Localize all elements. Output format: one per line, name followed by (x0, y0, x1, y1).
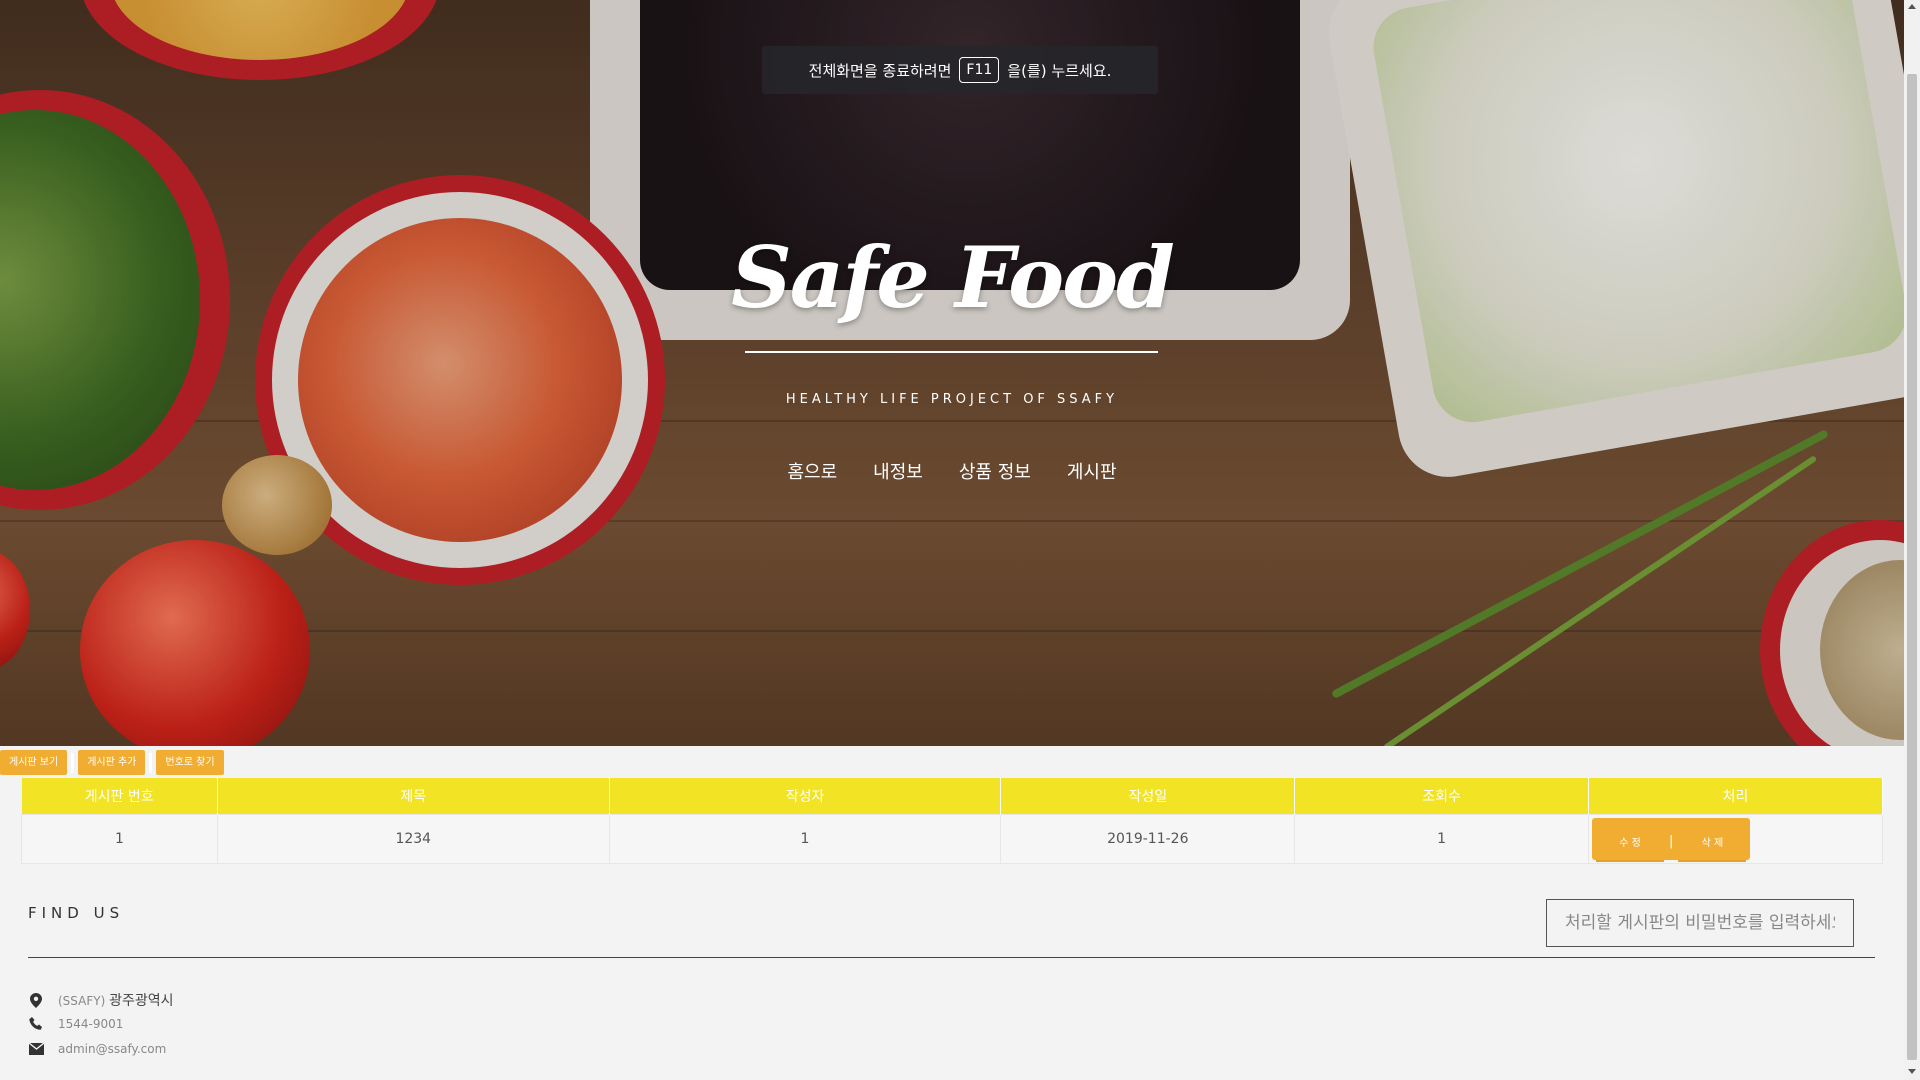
edit-button[interactable]: 수 정 (1596, 822, 1665, 860)
fullscreen-exit-notice: 전체화면을 종료하려면 F11 을(를) 누르세요. (762, 46, 1158, 94)
action-divider: | (1669, 833, 1674, 849)
footer-divider (28, 957, 1875, 958)
toolbar-divider (71, 752, 75, 773)
contact-email: admin@ssafy.com (28, 1041, 166, 1057)
address-prefix: (SSAFY) (58, 994, 106, 1008)
contact-address: (SSAFY) 광주광역시 (28, 990, 174, 1010)
contact-phone: 1544-9001 (28, 1016, 123, 1032)
nav-my-info[interactable]: 내정보 (873, 458, 923, 484)
fullscreen-notice-text: 전체화면을 종료하려면 (808, 61, 952, 80)
header-views: 조회수 (1294, 778, 1590, 815)
header-author: 작성자 (609, 778, 1002, 815)
header-board-number: 게시판 번호 (21, 778, 218, 815)
scrollbar-thumb[interactable] (1907, 74, 1917, 1060)
address-text: 광주광역시 (109, 993, 174, 1009)
map-marker-icon (28, 992, 44, 1008)
view-board-button[interactable]: 게시판 보기 (0, 750, 68, 775)
header-title: 제목 (217, 778, 610, 815)
toolbar-divider (149, 752, 153, 773)
add-board-button[interactable]: 게시판 추가 (78, 750, 146, 775)
brand-title: Safe Food (731, 228, 1175, 327)
cell-date: 2019-11-26 (1000, 814, 1296, 864)
header-date: 작성일 (1000, 778, 1296, 815)
nav-home[interactable]: 홈으로 (787, 458, 837, 484)
cell-author: 1 (608, 814, 1002, 864)
hero-banner: 전체화면을 종료하려면 F11 을(를) 누르세요. Safe Food HEA… (0, 0, 1904, 746)
scroll-up-arrow-icon[interactable] (1908, 4, 1916, 9)
cell-actions: 수 정 | 삭 제 (1588, 814, 1883, 864)
find-by-number-button[interactable]: 번호로 찾기 (156, 750, 224, 775)
board-password-input[interactable] (1546, 899, 1854, 947)
board-table: 게시판 번호 제목 작성자 작성일 조회수 처리 1 1234 1 2019-1… (21, 778, 1883, 864)
brand-divider (745, 351, 1158, 353)
fullscreen-notice-suffix: 을(를) 누르세요. (1007, 61, 1112, 80)
cell-title: 1234 (216, 814, 610, 864)
nav-board[interactable]: 게시판 (1067, 458, 1117, 484)
page-scrollbar[interactable] (1904, 0, 1920, 1080)
delete-button[interactable]: 삭 제 (1678, 822, 1747, 860)
header-actions: 처리 (1588, 778, 1883, 815)
table-row: 1 1234 1 2019-11-26 1 수 정 | 삭 제 (21, 814, 1883, 864)
brand-tagline: HEALTHY LIFE PROJECT OF SSAFY (785, 392, 1119, 407)
f11-key: F11 (959, 57, 1000, 83)
row-actions: 수 정 | 삭 제 (1592, 818, 1751, 860)
find-us-heading: FIND US (28, 904, 125, 922)
nav-product-info[interactable]: 상품 정보 (959, 458, 1031, 484)
phone-icon (28, 1016, 44, 1032)
scroll-down-arrow-icon[interactable] (1908, 1069, 1916, 1074)
cell-views: 1 (1294, 814, 1590, 864)
envelope-icon (28, 1041, 44, 1057)
main-nav: 홈으로 내정보 상품 정보 게시판 (0, 458, 1904, 484)
table-header-row: 게시판 번호 제목 작성자 작성일 조회수 처리 (21, 778, 1883, 815)
email-text[interactable]: admin@ssafy.com (58, 1042, 166, 1056)
cell-board-number: 1 (21, 814, 218, 864)
board-toolbar: 게시판 보기 게시판 추가 번호로 찾기 (0, 750, 224, 775)
phone-text: 1544-9001 (58, 1017, 124, 1031)
